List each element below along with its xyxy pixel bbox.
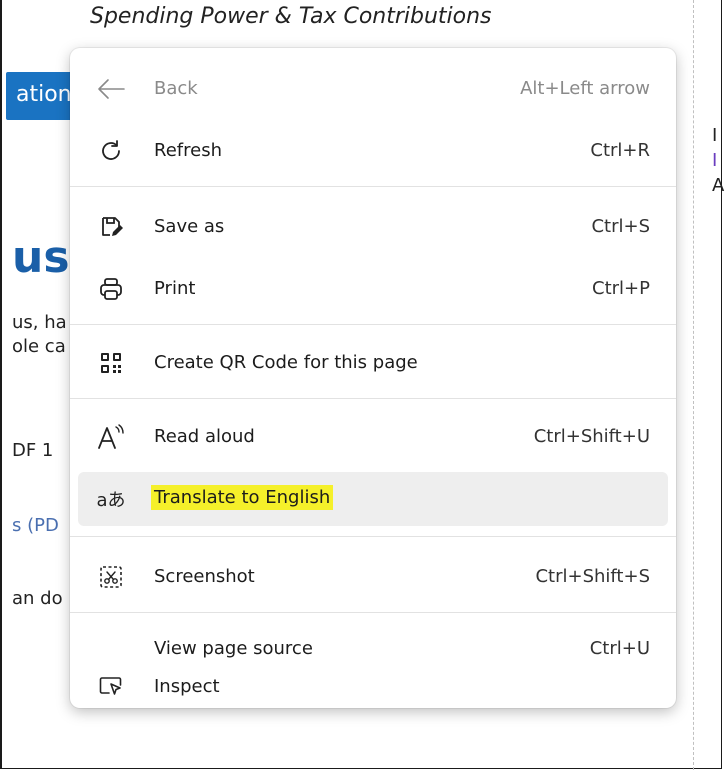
menu-item-save-as[interactable]: Save as Ctrl+S: [78, 200, 668, 254]
menu-item-label: Screenshot: [154, 566, 255, 587]
menu-divider: [70, 398, 676, 399]
menu-item-back[interactable]: Back Alt+Left arrow: [78, 62, 668, 116]
screenshot-icon: [96, 562, 126, 592]
right-text-fragment: I: [712, 125, 718, 146]
menu-item-read-aloud[interactable]: Read aloud Ctrl+Shift+U: [78, 410, 668, 464]
body-text-fragment: us, ha: [12, 312, 67, 333]
nav-tab-label: ation: [16, 82, 72, 107]
qr-code-icon: [96, 348, 126, 378]
menu-item-label: Inspect: [154, 676, 220, 697]
right-text-fragment: A: [712, 175, 725, 196]
page-heading-fragment: us: [12, 232, 70, 283]
read-aloud-icon: [96, 422, 126, 452]
body-text-fragment: an do: [12, 588, 63, 609]
nav-tab[interactable]: ation: [6, 72, 76, 120]
menu-item-inspect[interactable]: Inspect: [78, 660, 668, 714]
menu-item-shortcut: Ctrl+R: [590, 140, 650, 161]
context-menu: Back Alt+Left arrow Refresh Ctrl+R Save …: [70, 48, 676, 708]
menu-item-label: Translate to English: [151, 485, 334, 510]
menu-item-label: Read aloud: [154, 426, 255, 447]
save-as-icon: [96, 212, 126, 242]
menu-item-create-qr-code[interactable]: Create QR Code for this page: [78, 336, 668, 390]
menu-item-label: Create QR Code for this page: [154, 352, 418, 373]
menu-item-label: Save as: [154, 216, 225, 237]
page-edge-divider: [693, 0, 694, 770]
page-title: Spending Power & Tax Contributions: [90, 4, 492, 29]
body-text-fragment: DF 1: [12, 440, 54, 461]
back-arrow-icon: [96, 74, 126, 104]
menu-item-screenshot[interactable]: Screenshot Ctrl+Shift+S: [78, 550, 668, 604]
menu-item-shortcut: Alt+Left arrow: [520, 78, 650, 99]
menu-item-label: View page source: [154, 638, 313, 659]
link-fragment[interactable]: s (PD: [12, 515, 59, 536]
body-text-fragment: ole ca: [12, 336, 66, 357]
menu-item-label: Refresh: [154, 140, 222, 161]
menu-item-shortcut: Ctrl+U: [589, 638, 650, 659]
menu-item-label: Print: [154, 278, 196, 299]
inspect-icon: [96, 672, 126, 702]
menu-item-shortcut: Ctrl+S: [591, 216, 650, 237]
menu-item-translate[interactable]: aあ Translate to English: [78, 472, 668, 526]
translate-icon: aあ: [96, 490, 126, 511]
menu-item-shortcut: Ctrl+Shift+U: [533, 426, 650, 447]
menu-item-shortcut: Ctrl+Shift+S: [535, 566, 650, 587]
menu-item-refresh[interactable]: Refresh Ctrl+R: [78, 124, 668, 178]
menu-item-print[interactable]: Print Ctrl+P: [78, 262, 668, 316]
menu-item-shortcut: Ctrl+P: [592, 278, 650, 299]
print-icon: [96, 274, 126, 304]
menu-divider: [70, 612, 676, 613]
menu-divider: [70, 536, 676, 537]
menu-divider: [70, 186, 676, 187]
menu-item-label: Back: [154, 78, 198, 99]
menu-divider: [70, 324, 676, 325]
right-link-fragment[interactable]: I: [712, 150, 717, 171]
refresh-icon: [96, 136, 126, 166]
